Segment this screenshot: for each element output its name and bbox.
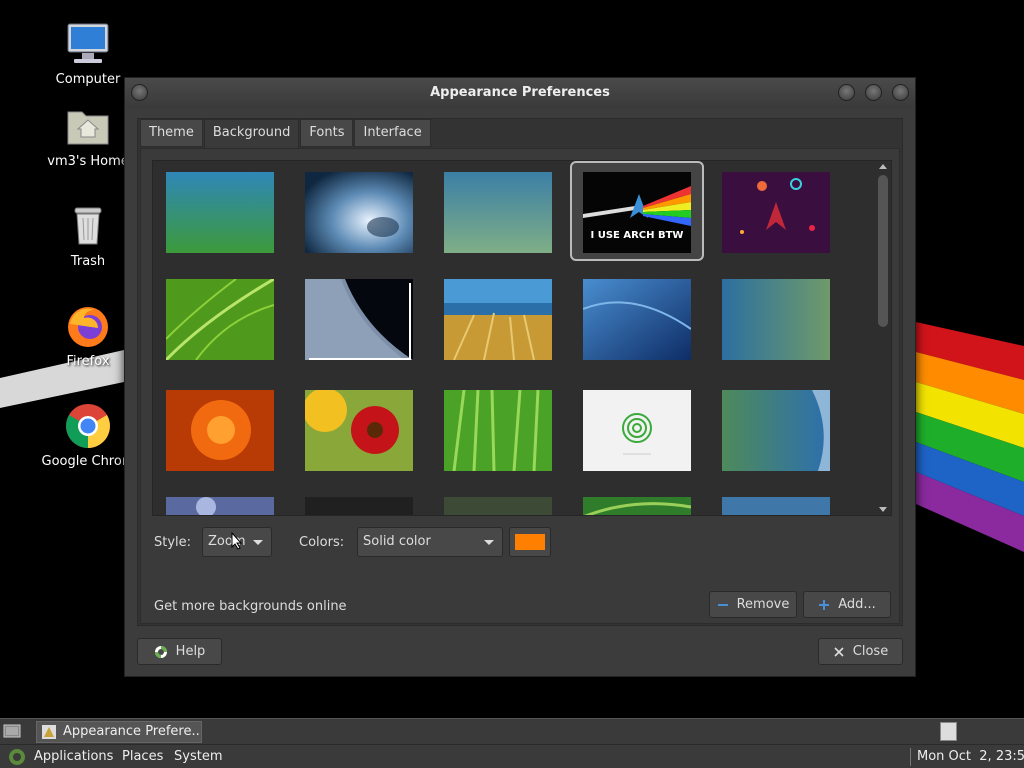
trash-icon <box>74 207 102 245</box>
scroll-down-icon[interactable] <box>879 507 887 512</box>
colors-combobox[interactable]: Solid color <box>357 527 503 557</box>
wallpaper-thumbnail[interactable] <box>444 390 552 471</box>
close-button[interactable]: Close <box>818 638 903 665</box>
color-picker-button[interactable] <box>509 527 551 557</box>
wallpaper-thumbnail[interactable] <box>166 279 274 360</box>
wallpaper-thumbnail[interactable] <box>305 390 413 471</box>
add-button[interactable]: Add... <box>803 591 891 618</box>
close-icon <box>834 646 844 657</box>
tab-background[interactable]: Background <box>203 119 300 149</box>
mouse-pointer-icon <box>231 532 243 550</box>
window-list-panel: Appearance Prefere... <box>0 718 1024 744</box>
system-menu[interactable]: System <box>174 745 222 768</box>
close-label: Close <box>852 644 889 659</box>
window-titlebar[interactable]: Appearance Preferences <box>125 78 915 108</box>
desktop-icon-label: Trash <box>70 254 106 269</box>
tab-bar: Theme Background Fonts Interface <box>140 119 432 149</box>
show-desktop-icon[interactable] <box>3 723 21 739</box>
window-menu-icon[interactable] <box>131 84 148 101</box>
desktop-icon-trash[interactable]: Trash <box>40 202 136 269</box>
window-close-icon[interactable] <box>892 84 909 101</box>
menu-panel: Applications Places System Mon Oct 2, 23… <box>0 744 1024 768</box>
scrollbar-thumb[interactable] <box>878 175 888 327</box>
panel-separator <box>910 748 911 766</box>
wallpaper-thumbnail[interactable] <box>305 279 413 360</box>
help-icon <box>154 645 167 658</box>
color-swatch <box>515 534 545 550</box>
wallpaper-thumbnail[interactable] <box>305 172 413 253</box>
tab-interface[interactable]: Interface <box>354 119 431 147</box>
plus-icon <box>819 599 830 610</box>
wallpaper-thumbnail[interactable] <box>583 390 691 471</box>
wallpaper-thumbnail-grid: I USE ARCH BTW <box>152 160 892 516</box>
wallpaper-thumbnail[interactable] <box>444 497 552 516</box>
desktop-icon-label: Computer <box>55 72 121 87</box>
wallpaper-thumbnail[interactable] <box>722 172 830 253</box>
get-more-backgrounds-link[interactable]: Get more backgrounds online <box>154 599 347 614</box>
wallpaper-thumbnail[interactable] <box>305 497 413 516</box>
appearance-preferences-window: Appearance Preferences Theme Background … <box>124 77 916 677</box>
wallpaper-thumbnail[interactable] <box>166 172 274 253</box>
background-tab-panel: I USE ARCH BTW Style: Zoom Colors: Solid… <box>140 148 900 624</box>
colors-label: Colors: <box>299 535 345 550</box>
scroll-up-icon[interactable] <box>879 164 887 169</box>
thumbnail-scrollbar[interactable] <box>876 161 890 515</box>
thumbnail-caption: I USE ARCH BTW <box>591 230 684 241</box>
minus-icon <box>717 603 728 606</box>
wallpaper-thumbnail[interactable] <box>722 497 830 516</box>
desktop-icon-label: Firefox <box>66 354 110 369</box>
places-menu[interactable]: Places <box>122 745 163 768</box>
clock[interactable]: Mon Oct 2, 23:54 <box>917 745 1024 768</box>
mate-logo-icon <box>9 749 25 765</box>
wallpaper-thumbnail[interactable] <box>444 279 552 360</box>
wallpaper-thumbnail[interactable] <box>166 497 274 516</box>
maximize-icon[interactable] <box>865 84 882 101</box>
desktop-icon-label: Google Chrom <box>41 454 135 469</box>
appearance-icon <box>42 725 56 739</box>
task-label: Appearance Prefere... <box>63 724 202 739</box>
tab-theme[interactable]: Theme <box>140 119 203 147</box>
desktop-icon-label: vm3's Home <box>47 154 129 169</box>
chevron-down-icon <box>484 540 494 545</box>
wallpaper-thumbnail-selected[interactable]: I USE ARCH BTW <box>583 172 691 253</box>
help-label: Help <box>175 644 206 659</box>
task-appearance-preferences[interactable]: Appearance Prefere... <box>36 721 202 743</box>
desktop-icon-firefox[interactable]: Firefox <box>40 302 136 369</box>
wallpaper-thumbnail[interactable] <box>166 390 274 471</box>
wallpaper-thumbnail[interactable] <box>444 172 552 253</box>
colors-value: Solid color <box>363 534 431 549</box>
minimize-icon[interactable] <box>838 84 855 101</box>
workspace-switcher[interactable] <box>940 722 957 741</box>
remove-button[interactable]: Remove <box>709 591 797 618</box>
home-folder-icon <box>67 111 109 145</box>
add-label: Add... <box>838 597 876 612</box>
tab-fonts[interactable]: Fonts <box>300 119 354 147</box>
window-title: Appearance Preferences <box>430 85 610 100</box>
desktop-icon-computer[interactable]: Computer <box>40 20 136 87</box>
chevron-down-icon <box>253 540 263 545</box>
chrome-icon <box>66 404 110 448</box>
wallpaper-thumbnail[interactable] <box>583 497 691 516</box>
applications-menu[interactable]: Applications <box>34 745 113 768</box>
desktop-icon-home[interactable]: vm3's Home <box>40 102 136 169</box>
wallpaper-thumbnail[interactable] <box>583 279 691 360</box>
computer-icon <box>67 23 109 63</box>
wallpaper-thumbnail[interactable] <box>722 279 830 360</box>
desktop-icon-chrome[interactable]: Google Chrom <box>40 402 136 469</box>
remove-label: Remove <box>736 597 790 612</box>
wallpaper-thumbnail[interactable] <box>722 390 830 471</box>
firefox-icon <box>68 307 108 347</box>
style-label: Style: <box>154 535 192 550</box>
window-content: Theme Background Fonts Interface I USE A… <box>137 118 903 626</box>
help-button[interactable]: Help <box>137 638 222 665</box>
